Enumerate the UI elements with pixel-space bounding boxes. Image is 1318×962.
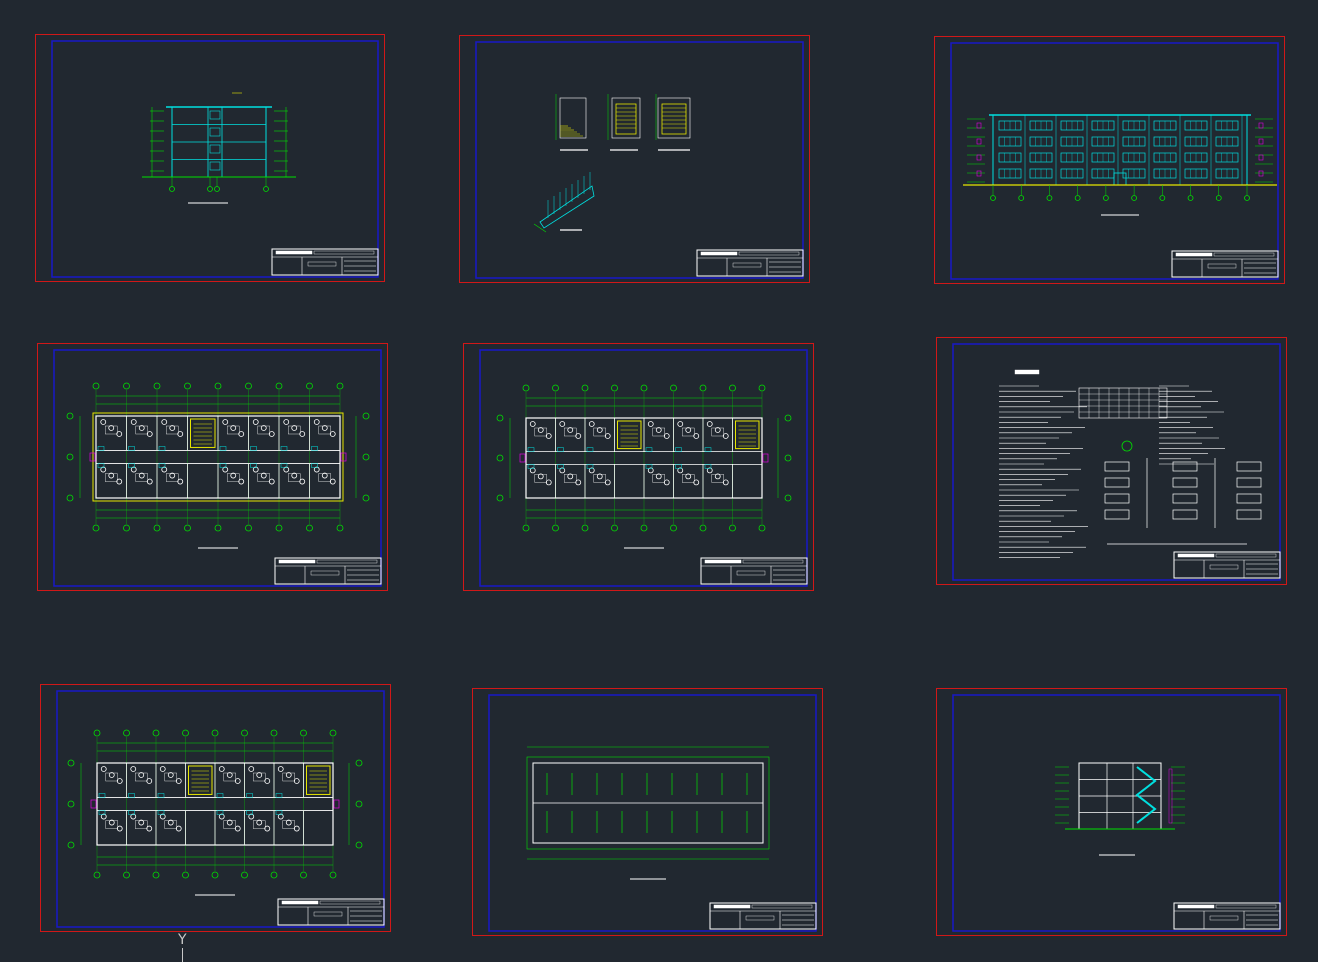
sheet-drawing-svg [952,343,1281,581]
sheet-drawing-svg [51,40,379,278]
front-elevation-drawing [963,114,1277,216]
title-block [700,557,808,585]
sheet-drawing-svg [479,349,808,587]
title-block [277,898,385,926]
floor-plan-drawing [496,384,792,549]
side-elevation-drawing [142,92,296,204]
sheet-drawing-svg [53,349,382,587]
floor-plan-drawing [66,382,370,549]
design-notes-drawing [999,369,1262,558]
drawing-sheet-first-floor-plan[interactable] [37,343,388,591]
drawing-sheet-side-elevation[interactable] [35,34,385,282]
title-block [274,557,382,585]
sheet-drawing-svg [950,42,1279,280]
title-block [709,902,817,930]
sheet-drawing-svg [475,41,804,279]
sheet-drawing-svg [952,694,1281,932]
floor-plan-drawing [67,729,363,896]
drawing-sheet-top-floor-plan[interactable] [40,684,391,932]
title-block [1173,902,1281,930]
drawing-sheet-section[interactable] [936,688,1287,936]
sheet-drawing-svg [488,694,817,932]
ucs-y-label: Y [178,932,187,948]
drawing-sheet-design-notes[interactable] [936,337,1287,585]
ucs-y-axis-icon: Y [178,932,187,962]
drawing-sheet-standard-floor-plan[interactable] [463,343,814,591]
title-block [1171,250,1279,278]
drawing-sheet-roof-plan[interactable] [472,688,823,936]
title-block [271,248,379,276]
title-block [696,249,804,277]
title-block [1173,551,1281,579]
section-drawing [1055,762,1185,856]
drawing-sheet-stair-details[interactable] [459,35,810,283]
sheet-drawing-svg [56,690,385,928]
roof-plan-drawing [526,746,770,880]
stair-details-drawing [533,94,691,233]
drawing-sheet-front-elevation[interactable] [934,36,1285,284]
